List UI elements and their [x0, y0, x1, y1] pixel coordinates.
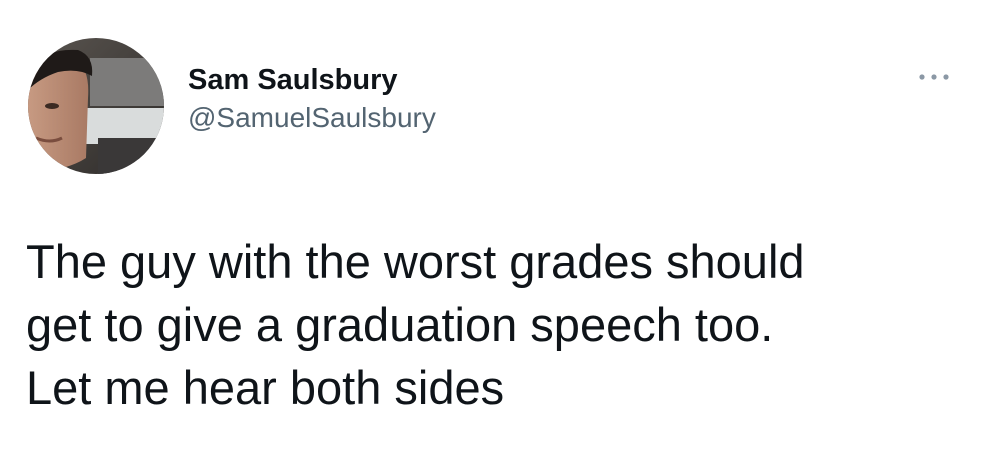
tweet-text: The guy with the worst grades should get… [26, 235, 805, 414]
tweet-author: Sam Saulsbury @SamuelSaulsbury [188, 62, 436, 136]
author-display-name[interactable]: Sam Saulsbury [188, 62, 436, 98]
tweet-card: Sam Saulsbury @SamuelSaulsbury The guy w… [0, 0, 988, 470]
more-options-button[interactable] [912, 62, 956, 92]
more-horizontal-icon [919, 74, 949, 80]
author-handle[interactable]: @SamuelSaulsbury [188, 100, 436, 136]
avatar-photo [28, 38, 164, 174]
avatar[interactable] [28, 38, 164, 174]
